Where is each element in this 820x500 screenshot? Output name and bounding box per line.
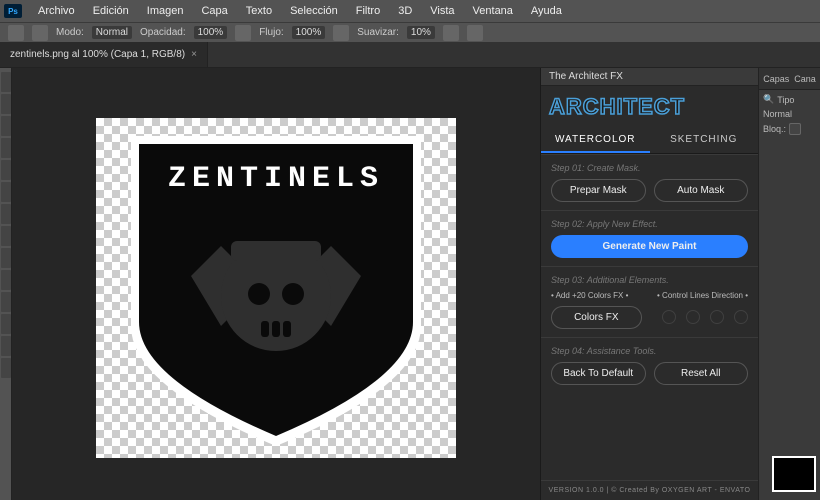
settings-gear-icon[interactable] bbox=[443, 25, 459, 41]
menu-ventana[interactable]: Ventana bbox=[465, 2, 521, 20]
document-canvas[interactable]: ZENTINELS bbox=[96, 118, 456, 458]
menu-edicion[interactable]: Edición bbox=[85, 2, 137, 20]
canvas-area[interactable]: ZENTINELS bbox=[12, 68, 540, 500]
generate-paint-button[interactable]: Generate New Paint bbox=[551, 235, 748, 258]
control-lines-label: • Control Lines Direction • bbox=[657, 291, 748, 300]
gradient-tool[interactable] bbox=[1, 248, 11, 268]
brush-size-icon[interactable] bbox=[32, 25, 48, 41]
disable-icon[interactable] bbox=[734, 310, 748, 324]
step3-label: Step 03: Additional Elements. bbox=[551, 275, 748, 285]
tab-sketching[interactable]: SKETCHING bbox=[650, 128, 759, 153]
layers-tab[interactable]: Capas bbox=[763, 74, 789, 84]
plugin-tabs: WATERCOLOR SKETCHING bbox=[541, 128, 758, 154]
document-tab[interactable]: zentinels.png al 100% (Capa 1, RGB/8) × bbox=[0, 42, 208, 67]
zoom-tool[interactable] bbox=[1, 358, 11, 378]
type-filter[interactable]: Tipo bbox=[777, 95, 794, 105]
shuffle-icon[interactable] bbox=[710, 310, 724, 324]
back-default-button[interactable]: Back To Default bbox=[551, 362, 646, 385]
pressure-opacity-icon[interactable] bbox=[235, 25, 251, 41]
smooth-label: Suavizar: bbox=[357, 27, 399, 38]
options-bar: Modo: Normal Opacidad: 100% Flujo: 100% … bbox=[0, 22, 820, 42]
close-tab-icon[interactable]: × bbox=[191, 49, 197, 60]
brush-preset-icon[interactable] bbox=[8, 25, 24, 41]
lock-icon[interactable] bbox=[789, 123, 801, 135]
colors-fx-button[interactable]: Colors FX bbox=[551, 306, 642, 329]
direction-1-icon[interactable] bbox=[662, 310, 676, 324]
step4-label: Step 04: Assistance Tools. bbox=[551, 346, 748, 356]
document-tabbar: zentinels.png al 100% (Capa 1, RGB/8) × bbox=[0, 42, 820, 68]
eyedropper-tool[interactable] bbox=[1, 160, 11, 180]
tab-watercolor[interactable]: WATERCOLOR bbox=[541, 128, 650, 153]
mode-select[interactable]: Normal bbox=[92, 26, 132, 39]
menu-ayuda[interactable]: Ayuda bbox=[523, 2, 570, 20]
hand-tool[interactable] bbox=[1, 336, 11, 356]
stamp-tool[interactable] bbox=[1, 204, 11, 224]
channels-tab[interactable]: Cana bbox=[794, 74, 816, 84]
shape-tool[interactable] bbox=[1, 314, 11, 334]
blend-mode-select[interactable]: Normal bbox=[763, 109, 816, 119]
menu-3d[interactable]: 3D bbox=[390, 2, 420, 20]
menu-filtro[interactable]: Filtro bbox=[348, 2, 388, 20]
reset-all-button[interactable]: Reset All bbox=[654, 362, 749, 385]
artwork-title: ZENTINELS bbox=[168, 162, 384, 196]
smooth-value[interactable]: 10% bbox=[407, 26, 435, 39]
plugin-panel: The Architect FX ARCHITECT WATERCOLOR SK… bbox=[540, 68, 758, 500]
plugin-panel-title: The Architect FX bbox=[541, 68, 758, 86]
main-menubar: Ps Archivo Edición Imagen Capa Texto Sel… bbox=[0, 0, 820, 22]
menu-texto[interactable]: Texto bbox=[238, 2, 280, 20]
app-logo: Ps bbox=[4, 4, 22, 18]
move-tool[interactable] bbox=[1, 72, 11, 92]
menu-imagen[interactable]: Imagen bbox=[139, 2, 192, 20]
lock-label: Bloq.: bbox=[763, 124, 786, 134]
opacity-value[interactable]: 100% bbox=[194, 26, 228, 39]
plugin-brand-text: ARCHITECT bbox=[549, 94, 750, 120]
airbrush-icon[interactable] bbox=[333, 25, 349, 41]
step2-label: Step 02: Apply New Effect. bbox=[551, 219, 748, 229]
text-tool[interactable] bbox=[1, 292, 11, 312]
layers-panel: Capas Cana 🔍Tipo Normal Bloq.: bbox=[758, 68, 820, 500]
document-tab-title: zentinels.png al 100% (Capa 1, RGB/8) bbox=[10, 49, 185, 60]
plugin-footer: VERSION 1.0.0 | © Created By OXYGEN ART … bbox=[541, 480, 758, 500]
add-colors-label: • Add +20 Colors FX • bbox=[551, 291, 628, 300]
menu-vista[interactable]: Vista bbox=[422, 2, 462, 20]
auto-mask-button[interactable]: Auto Mask bbox=[654, 179, 749, 202]
pen-tool[interactable] bbox=[1, 270, 11, 290]
layer-thumbnail[interactable] bbox=[772, 456, 816, 492]
marquee-tool[interactable] bbox=[1, 94, 11, 114]
symmetry-icon[interactable] bbox=[467, 25, 483, 41]
direction-2-icon[interactable] bbox=[686, 310, 700, 324]
opacity-label: Opacidad: bbox=[140, 27, 186, 38]
prepare-mask-button[interactable]: Prepar Mask bbox=[551, 179, 646, 202]
eraser-tool[interactable] bbox=[1, 226, 11, 246]
flow-label: Flujo: bbox=[259, 27, 283, 38]
mode-label: Modo: bbox=[56, 27, 84, 38]
step1-label: Step 01: Create Mask. bbox=[551, 163, 748, 173]
lasso-tool[interactable] bbox=[1, 116, 11, 136]
flow-value[interactable]: 100% bbox=[292, 26, 326, 39]
brush-tool[interactable] bbox=[1, 182, 11, 202]
menu-archivo[interactable]: Archivo bbox=[30, 2, 83, 20]
menu-capa[interactable]: Capa bbox=[193, 2, 235, 20]
plugin-brand: ARCHITECT bbox=[541, 86, 758, 128]
search-icon[interactable]: 🔍 bbox=[763, 94, 774, 105]
menu-seleccion[interactable]: Selección bbox=[282, 2, 346, 20]
tools-panel bbox=[0, 68, 12, 500]
crop-tool[interactable] bbox=[1, 138, 11, 158]
